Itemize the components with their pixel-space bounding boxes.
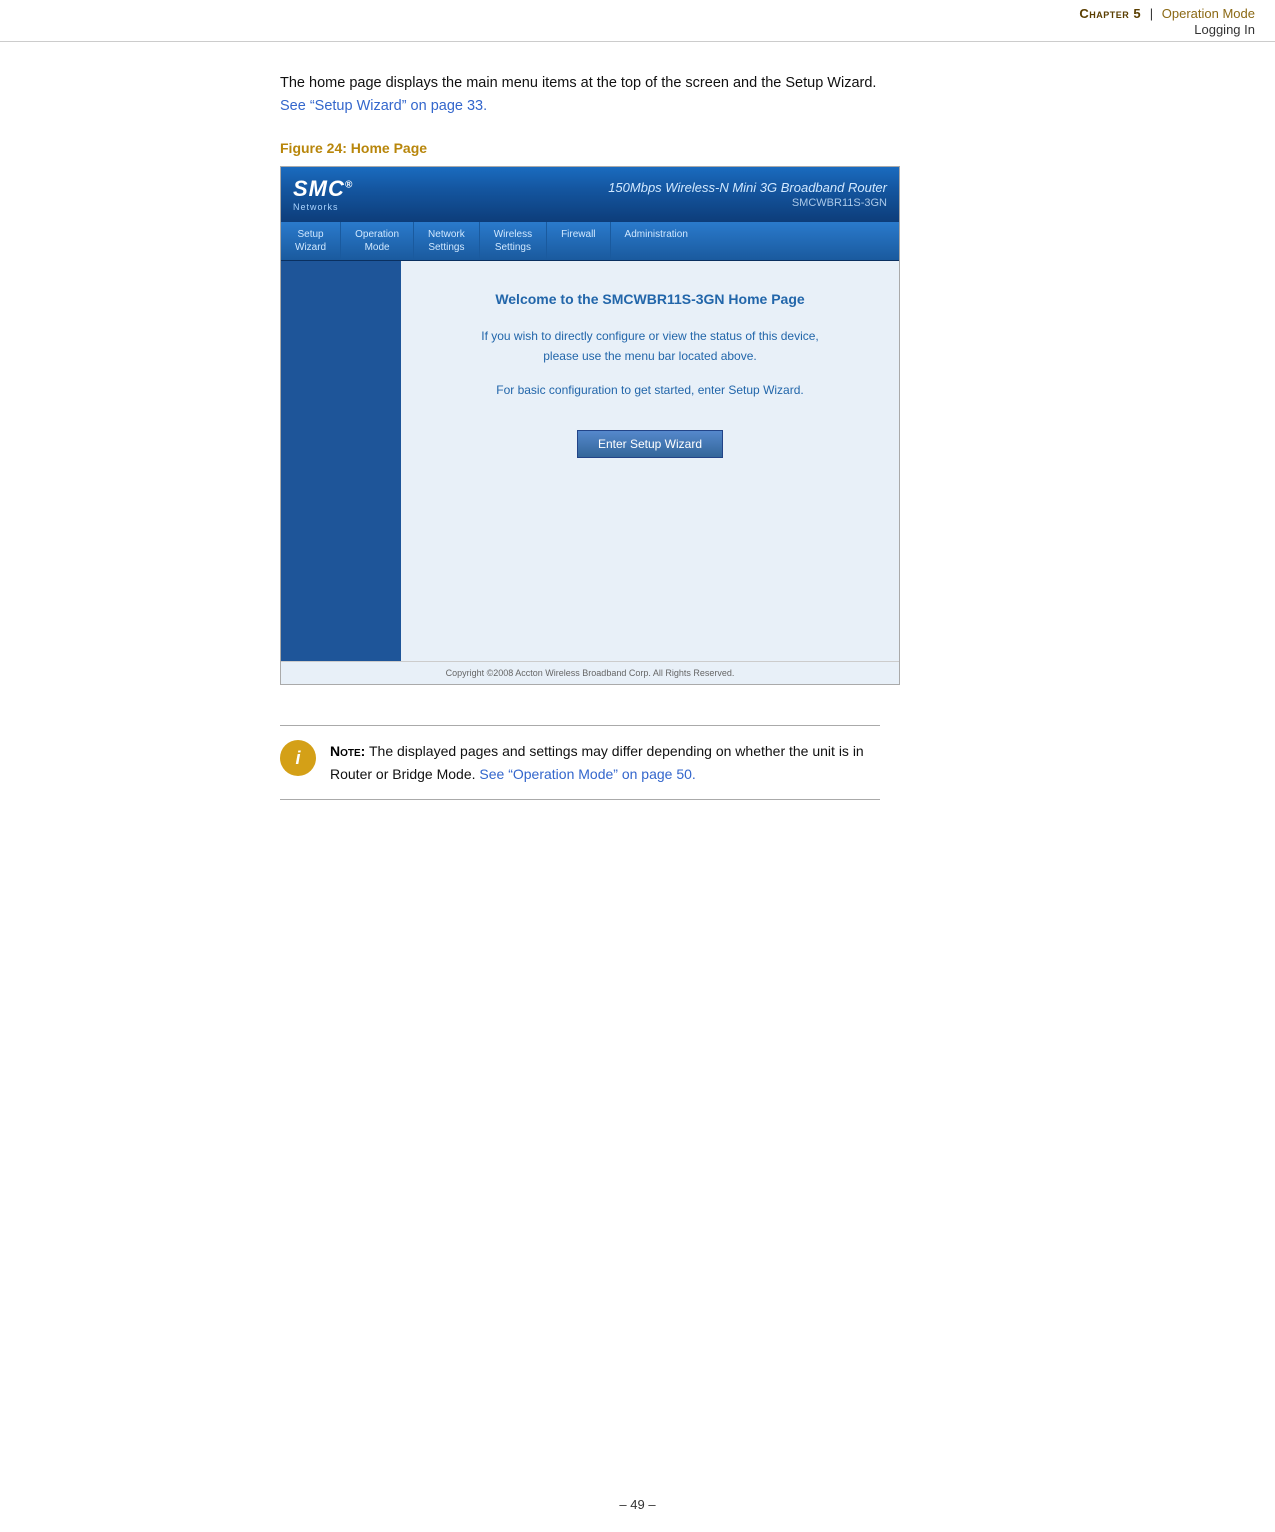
router-desc1: If you wish to directly configure or vie…: [421, 327, 879, 365]
smc-logo: SMC® Networks: [293, 178, 353, 212]
note-text: Note: The displayed pages and settings m…: [330, 740, 866, 785]
router-sidebar: [281, 261, 401, 661]
router-nav: SetupWizard OperationMode NetworkSetting…: [281, 222, 899, 261]
nav-network-settings[interactable]: NetworkSettings: [414, 222, 480, 260]
breadcrumb: Chapter 5 | Operation Mode: [20, 6, 1255, 21]
router-welcome-text: Welcome to the SMCWBR11S-3GN Home Page: [421, 291, 879, 307]
smc-networks-label: Networks: [293, 202, 339, 212]
router-desc2: For basic configuration to get started, …: [421, 381, 879, 400]
nav-firewall[interactable]: Firewall: [547, 222, 610, 260]
note-label: Note:: [330, 743, 365, 759]
router-header: SMC® Networks 150Mbps Wireless-N Mini 3G…: [281, 167, 899, 222]
router-title: 150Mbps Wireless-N Mini 3G Broadband Rou…: [608, 180, 887, 209]
page-number: – 49 –: [0, 1497, 1275, 1512]
main-content: The home page displays the main menu ite…: [0, 42, 940, 890]
breadcrumb-sep: |: [1150, 6, 1153, 21]
intro-paragraph: The home page displays the main menu ite…: [280, 72, 880, 118]
info-icon: i: [280, 740, 316, 776]
router-title-model: SMCWBR11S-3GN: [608, 197, 887, 209]
router-main-content: Welcome to the SMCWBR11S-3GN Home Page I…: [401, 261, 899, 661]
operation-mode-link[interactable]: See “Operation Mode” on page 50.: [479, 766, 695, 782]
router-body: Welcome to the SMCWBR11S-3GN Home Page I…: [281, 261, 899, 661]
nav-setup-wizard[interactable]: SetupWizard: [281, 222, 341, 260]
enter-setup-wizard-button[interactable]: Enter Setup Wizard: [577, 430, 723, 458]
smc-logo-text: SMC®: [293, 178, 353, 200]
breadcrumb-current-page: Logging In: [20, 22, 1255, 37]
nav-wireless-settings[interactable]: WirelessSettings: [480, 222, 547, 260]
router-screenshot: SMC® Networks 150Mbps Wireless-N Mini 3G…: [280, 166, 900, 685]
nav-administration[interactable]: Administration: [611, 222, 702, 260]
breadcrumb-chapter-link[interactable]: Operation Mode: [1162, 6, 1255, 21]
page-header: Chapter 5 | Operation Mode Logging In: [0, 0, 1275, 42]
router-footer-copyright: Copyright ©2008 Accton Wireless Broadban…: [281, 661, 899, 684]
router-title-main: 150Mbps Wireless-N Mini 3G Broadband Rou…: [608, 180, 887, 195]
intro-text: The home page displays the main menu ite…: [280, 75, 876, 91]
nav-operation-mode[interactable]: OperationMode: [341, 222, 414, 260]
chapter-label: Chapter 5: [1079, 6, 1141, 21]
note-box: i Note: The displayed pages and settings…: [280, 725, 880, 800]
setup-wizard-link[interactable]: See “Setup Wizard” on page 33.: [280, 98, 487, 114]
figure-title: Figure 24: Home Page: [280, 140, 880, 156]
